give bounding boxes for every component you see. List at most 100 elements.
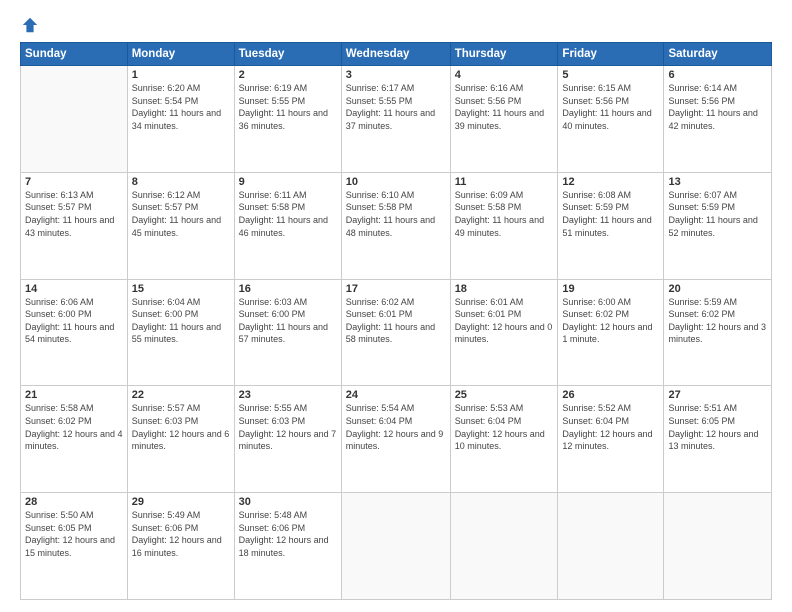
day-info: Sunrise: 6:04 AMSunset: 6:00 PMDaylight:… [132, 296, 230, 346]
day-info: Sunrise: 5:49 AMSunset: 6:06 PMDaylight:… [132, 509, 230, 559]
day-info: Sunrise: 5:58 AMSunset: 6:02 PMDaylight:… [25, 402, 123, 452]
logo [20, 16, 39, 34]
calendar-cell: 13Sunrise: 6:07 AMSunset: 5:59 PMDayligh… [664, 172, 772, 279]
day-info: Sunrise: 5:51 AMSunset: 6:05 PMDaylight:… [668, 402, 767, 452]
calendar-week-2: 7Sunrise: 6:13 AMSunset: 5:57 PMDaylight… [21, 172, 772, 279]
day-number: 30 [239, 496, 337, 508]
day-number: 13 [668, 176, 767, 188]
calendar-cell: 18Sunrise: 6:01 AMSunset: 6:01 PMDayligh… [450, 279, 558, 386]
day-info: Sunrise: 6:15 AMSunset: 5:56 PMDaylight:… [562, 82, 659, 132]
calendar-cell [341, 493, 450, 600]
calendar-cell: 23Sunrise: 5:55 AMSunset: 6:03 PMDayligh… [234, 386, 341, 493]
day-number: 4 [455, 69, 554, 81]
calendar-cell [664, 493, 772, 600]
day-info: Sunrise: 5:48 AMSunset: 6:06 PMDaylight:… [239, 509, 337, 559]
day-info: Sunrise: 6:16 AMSunset: 5:56 PMDaylight:… [455, 82, 554, 132]
day-info: Sunrise: 6:01 AMSunset: 6:01 PMDaylight:… [455, 296, 554, 346]
calendar-cell: 1Sunrise: 6:20 AMSunset: 5:54 PMDaylight… [127, 66, 234, 173]
calendar-cell: 15Sunrise: 6:04 AMSunset: 6:00 PMDayligh… [127, 279, 234, 386]
day-number: 20 [668, 283, 767, 295]
calendar-cell: 2Sunrise: 6:19 AMSunset: 5:55 PMDaylight… [234, 66, 341, 173]
day-number: 23 [239, 389, 337, 401]
calendar-cell: 29Sunrise: 5:49 AMSunset: 6:06 PMDayligh… [127, 493, 234, 600]
calendar-header-thursday: Thursday [450, 43, 558, 66]
day-info: Sunrise: 6:13 AMSunset: 5:57 PMDaylight:… [25, 189, 123, 239]
calendar-cell: 24Sunrise: 5:54 AMSunset: 6:04 PMDayligh… [341, 386, 450, 493]
day-info: Sunrise: 6:20 AMSunset: 5:54 PMDaylight:… [132, 82, 230, 132]
calendar-cell: 4Sunrise: 6:16 AMSunset: 5:56 PMDaylight… [450, 66, 558, 173]
day-number: 29 [132, 496, 230, 508]
day-number: 6 [668, 69, 767, 81]
day-number: 15 [132, 283, 230, 295]
calendar-header-saturday: Saturday [664, 43, 772, 66]
day-info: Sunrise: 6:14 AMSunset: 5:56 PMDaylight:… [668, 82, 767, 132]
calendar-cell: 6Sunrise: 6:14 AMSunset: 5:56 PMDaylight… [664, 66, 772, 173]
day-info: Sunrise: 5:54 AMSunset: 6:04 PMDaylight:… [346, 402, 446, 452]
day-number: 5 [562, 69, 659, 81]
calendar-week-4: 21Sunrise: 5:58 AMSunset: 6:02 PMDayligh… [21, 386, 772, 493]
day-info: Sunrise: 6:06 AMSunset: 6:00 PMDaylight:… [25, 296, 123, 346]
day-number: 17 [346, 283, 446, 295]
day-number: 28 [25, 496, 123, 508]
calendar-header-tuesday: Tuesday [234, 43, 341, 66]
calendar-header-sunday: Sunday [21, 43, 128, 66]
day-number: 9 [239, 176, 337, 188]
calendar-cell: 3Sunrise: 6:17 AMSunset: 5:55 PMDaylight… [341, 66, 450, 173]
day-info: Sunrise: 6:09 AMSunset: 5:58 PMDaylight:… [455, 189, 554, 239]
day-number: 16 [239, 283, 337, 295]
calendar-cell: 25Sunrise: 5:53 AMSunset: 6:04 PMDayligh… [450, 386, 558, 493]
calendar-week-1: 1Sunrise: 6:20 AMSunset: 5:54 PMDaylight… [21, 66, 772, 173]
logo-icon [21, 16, 39, 34]
calendar-week-3: 14Sunrise: 6:06 AMSunset: 6:00 PMDayligh… [21, 279, 772, 386]
day-info: Sunrise: 5:52 AMSunset: 6:04 PMDaylight:… [562, 402, 659, 452]
calendar-cell: 7Sunrise: 6:13 AMSunset: 5:57 PMDaylight… [21, 172, 128, 279]
calendar-cell: 12Sunrise: 6:08 AMSunset: 5:59 PMDayligh… [558, 172, 664, 279]
calendar-week-5: 28Sunrise: 5:50 AMSunset: 6:05 PMDayligh… [21, 493, 772, 600]
page: SundayMondayTuesdayWednesdayThursdayFrid… [0, 0, 792, 612]
day-info: Sunrise: 5:53 AMSunset: 6:04 PMDaylight:… [455, 402, 554, 452]
calendar-cell [450, 493, 558, 600]
day-info: Sunrise: 5:57 AMSunset: 6:03 PMDaylight:… [132, 402, 230, 452]
calendar-cell: 21Sunrise: 5:58 AMSunset: 6:02 PMDayligh… [21, 386, 128, 493]
day-number: 14 [25, 283, 123, 295]
calendar-cell: 30Sunrise: 5:48 AMSunset: 6:06 PMDayligh… [234, 493, 341, 600]
day-info: Sunrise: 6:11 AMSunset: 5:58 PMDaylight:… [239, 189, 337, 239]
day-number: 26 [562, 389, 659, 401]
day-number: 27 [668, 389, 767, 401]
calendar-cell: 17Sunrise: 6:02 AMSunset: 6:01 PMDayligh… [341, 279, 450, 386]
day-number: 12 [562, 176, 659, 188]
calendar-cell: 26Sunrise: 5:52 AMSunset: 6:04 PMDayligh… [558, 386, 664, 493]
calendar-header-row: SundayMondayTuesdayWednesdayThursdayFrid… [21, 43, 772, 66]
day-info: Sunrise: 5:55 AMSunset: 6:03 PMDaylight:… [239, 402, 337, 452]
day-number: 21 [25, 389, 123, 401]
calendar-cell: 9Sunrise: 6:11 AMSunset: 5:58 PMDaylight… [234, 172, 341, 279]
calendar-cell: 10Sunrise: 6:10 AMSunset: 5:58 PMDayligh… [341, 172, 450, 279]
day-number: 25 [455, 389, 554, 401]
day-info: Sunrise: 5:50 AMSunset: 6:05 PMDaylight:… [25, 509, 123, 559]
day-number: 22 [132, 389, 230, 401]
day-number: 18 [455, 283, 554, 295]
calendar-cell [21, 66, 128, 173]
day-info: Sunrise: 6:02 AMSunset: 6:01 PMDaylight:… [346, 296, 446, 346]
day-info: Sunrise: 6:07 AMSunset: 5:59 PMDaylight:… [668, 189, 767, 239]
calendar-cell: 20Sunrise: 5:59 AMSunset: 6:02 PMDayligh… [664, 279, 772, 386]
day-number: 10 [346, 176, 446, 188]
calendar-cell: 28Sunrise: 5:50 AMSunset: 6:05 PMDayligh… [21, 493, 128, 600]
calendar-cell: 11Sunrise: 6:09 AMSunset: 5:58 PMDayligh… [450, 172, 558, 279]
day-info: Sunrise: 6:03 AMSunset: 6:00 PMDaylight:… [239, 296, 337, 346]
day-number: 11 [455, 176, 554, 188]
day-number: 8 [132, 176, 230, 188]
day-info: Sunrise: 6:17 AMSunset: 5:55 PMDaylight:… [346, 82, 446, 132]
day-number: 3 [346, 69, 446, 81]
calendar-header-friday: Friday [558, 43, 664, 66]
calendar-header-monday: Monday [127, 43, 234, 66]
day-info: Sunrise: 6:12 AMSunset: 5:57 PMDaylight:… [132, 189, 230, 239]
calendar-cell: 14Sunrise: 6:06 AMSunset: 6:00 PMDayligh… [21, 279, 128, 386]
header [20, 16, 772, 34]
calendar-header-wednesday: Wednesday [341, 43, 450, 66]
calendar-cell: 5Sunrise: 6:15 AMSunset: 5:56 PMDaylight… [558, 66, 664, 173]
calendar-cell: 19Sunrise: 6:00 AMSunset: 6:02 PMDayligh… [558, 279, 664, 386]
calendar-cell: 8Sunrise: 6:12 AMSunset: 5:57 PMDaylight… [127, 172, 234, 279]
calendar-cell: 16Sunrise: 6:03 AMSunset: 6:00 PMDayligh… [234, 279, 341, 386]
calendar-cell: 22Sunrise: 5:57 AMSunset: 6:03 PMDayligh… [127, 386, 234, 493]
